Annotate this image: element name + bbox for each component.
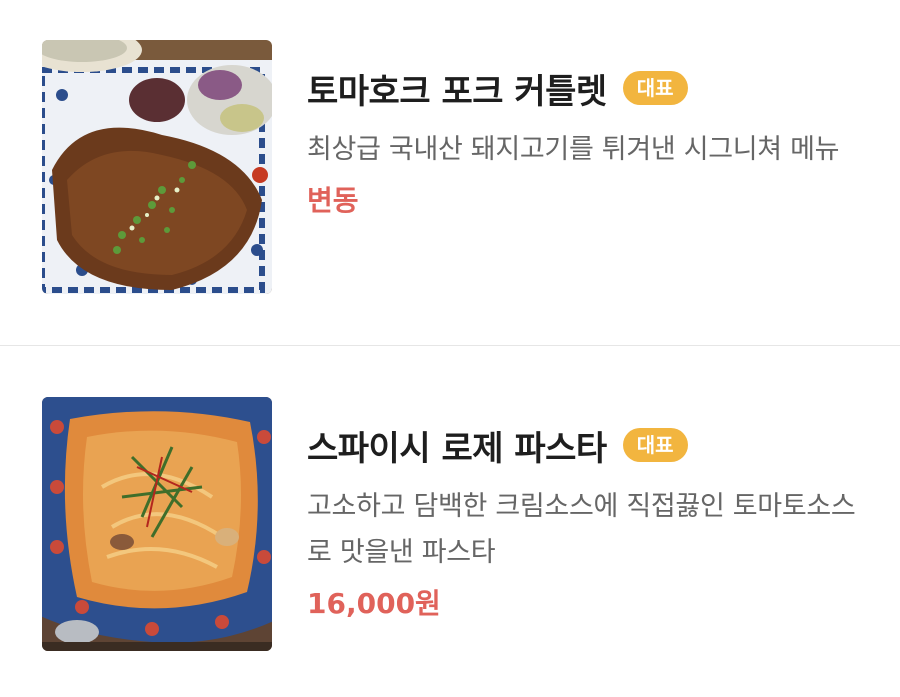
menu-description: 고소하고 담백한 크림소스에 직접끓인 토마토소스로 맛을낸 파스타 [307, 491, 856, 568]
menu-info: 스파이시 로제 파스타 대표 고소하고 담백한 크림소스에 직접끓인 토마토소스… [307, 423, 877, 626]
menu-name: 토마호크 포크 커틀렛 [307, 71, 607, 112]
title-row: 토마호크 포크 커틀렛 대표 [307, 66, 877, 112]
menu-name: 스파이시 로제 파스타 [307, 428, 607, 469]
menu-price: 16,000원 [307, 587, 441, 620]
title-row: 스파이시 로제 파스타 대표 [307, 423, 877, 469]
menu-list: 토마호크 포크 커틀렛 대표 최상급 국내산 돼지고기를 튀겨낸 시그니쳐 메뉴… [0, 0, 900, 697]
menu-item[interactable]: 스파이시 로제 파스타 대표 고소하고 담백한 크림소스에 직접끓인 토마토소스… [0, 346, 900, 697]
menu-item[interactable]: 토마호크 포크 커틀렛 대표 최상급 국내산 돼지고기를 튀겨낸 시그니쳐 메뉴… [0, 0, 900, 345]
signature-badge: 대표 [622, 428, 688, 462]
pork-cutlet-photo[interactable] [42, 40, 272, 294]
menu-description: 최상급 국내산 돼지고기를 튀겨낸 시그니쳐 메뉴 [307, 134, 840, 165]
menu-info: 토마호크 포크 커틀렛 대표 최상급 국내산 돼지고기를 튀겨낸 시그니쳐 메뉴… [307, 66, 877, 223]
signature-badge: 대표 [622, 71, 688, 105]
rose-pasta-photo[interactable] [42, 397, 272, 651]
menu-price: 변동 [307, 184, 359, 217]
